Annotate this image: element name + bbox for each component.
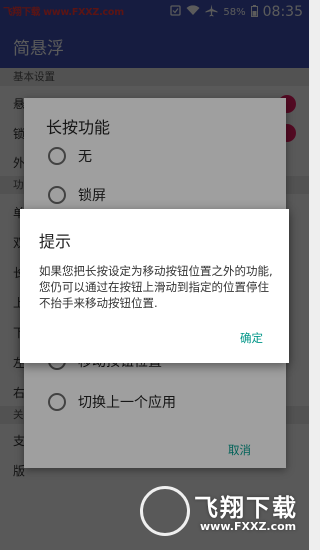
watermark-brand: 飞翔下载 — [194, 494, 298, 522]
site-watermark: 飞翔下载 www.FXXZ.com — [140, 482, 300, 548]
ok-button[interactable]: 确定 — [240, 330, 263, 346]
watermark-url: www.FXXZ.com — [200, 520, 297, 533]
hint-dialog: 提示 如果您把长按设定为移动按钮位置之外的功能,您仍可以通过在按钮上滑动到指定的… — [20, 209, 289, 363]
watermark-logo-icon — [140, 486, 190, 536]
hint-dialog-title: 提示 — [39, 232, 72, 251]
hint-dialog-message: 如果您把长按设定为移动按钮位置之外的功能,您仍可以通过在按钮上滑动到指定的位置停… — [39, 264, 273, 310]
